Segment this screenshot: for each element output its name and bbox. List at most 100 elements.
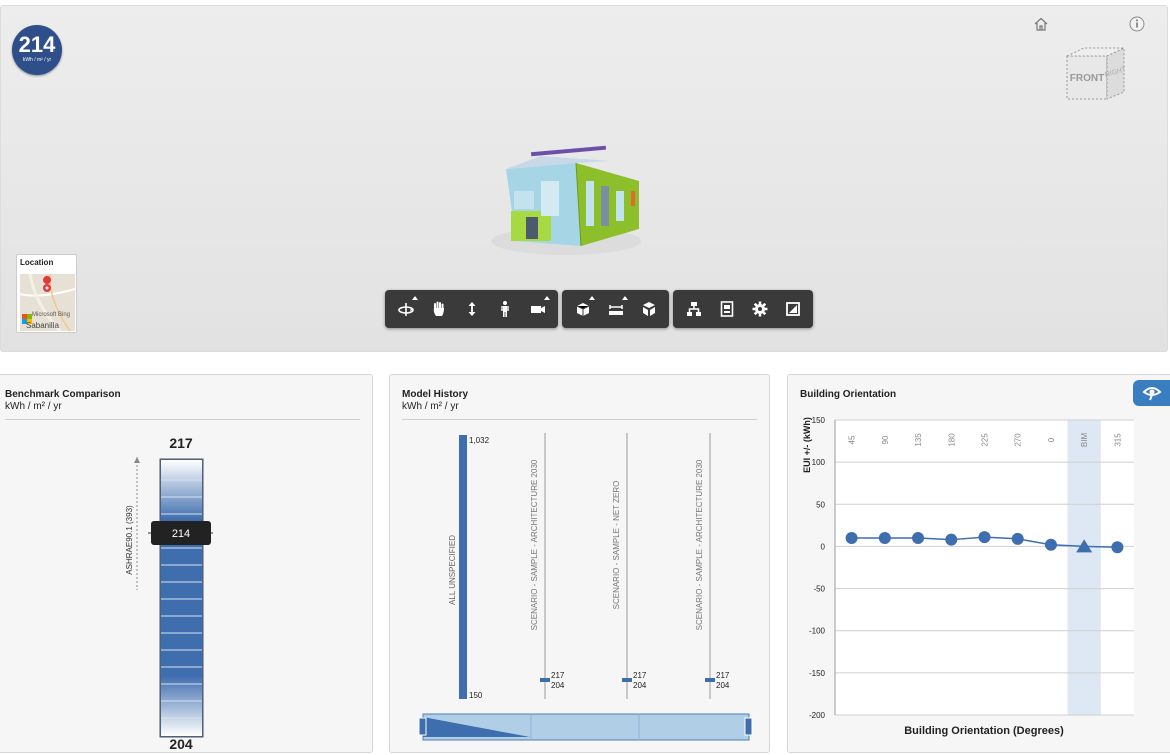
y-tick-label: -100	[809, 627, 826, 636]
ashrae-arrow-icon	[134, 457, 140, 463]
history-bar-top: 217	[551, 671, 565, 680]
x-tick-label: 270	[1014, 433, 1023, 447]
history-bar-label: ALL UNSPECIFIED	[448, 535, 457, 605]
history-bar-top: 217	[633, 671, 647, 680]
orbit-icon	[397, 303, 414, 316]
x-tick-label: 180	[947, 433, 956, 447]
x-tick-label: 45	[848, 435, 857, 444]
viewcube[interactable]: FRONT RIGHT	[1059, 44, 1129, 109]
zoom-button[interactable]	[455, 293, 488, 325]
history-bar-top: 217	[716, 671, 730, 680]
y-tick-label: -150	[809, 669, 826, 678]
model-browser-icon	[686, 302, 701, 316]
data-point[interactable]	[1111, 541, 1124, 554]
orientation-chart: 150 100 50 0 -50 -100 -150 -200 45 90 135 180 225 27…	[802, 416, 1134, 737]
history-bar[interactable]	[705, 678, 715, 682]
home-icon[interactable]	[1032, 15, 1050, 33]
benchmark-chart: 217 ASHRAE90.1 (393) 214 204	[125, 435, 213, 752]
benchmark-bottom-value: 204	[169, 736, 193, 752]
camera-button[interactable]	[521, 293, 554, 325]
map-place: Sabanilla	[26, 321, 59, 330]
history-bar[interactable]	[540, 678, 550, 682]
current-value-label: 214	[172, 528, 190, 540]
data-point[interactable]	[978, 531, 991, 544]
info-icon[interactable]	[1128, 15, 1146, 33]
x-axis-label: Building Orientation (Degrees)	[904, 725, 1064, 737]
location-card[interactable]: Location Microsoft Bing Sabanilla	[16, 254, 77, 333]
navigation-tools-group	[385, 290, 558, 328]
history-bar-bottom: 150	[469, 691, 483, 700]
y-axis-label: EUI +/- (kWh)	[802, 417, 812, 473]
fullscreen-button[interactable]	[776, 293, 809, 325]
x-tick-label: 315	[1113, 433, 1122, 447]
y-tick-label: 150	[812, 416, 826, 425]
history-chart: 1,032150ALL UNSPECIFIED217204SCENARIO - …	[418, 433, 753, 741]
history-bar-label: SCENARIO - SAMPLE - NET ZERO	[612, 481, 621, 610]
camera-icon	[530, 306, 545, 313]
data-point[interactable]	[912, 532, 925, 544]
location-title: Location	[20, 258, 54, 267]
measure-icon	[608, 305, 623, 315]
zoom-icon	[468, 302, 475, 316]
x-tick-label: 0	[1047, 437, 1056, 442]
viewcube-front-label: FRONT	[1070, 73, 1104, 84]
benchmark-bar-top-fade	[161, 460, 202, 520]
history-scroller[interactable]	[418, 713, 753, 741]
walk-icon	[500, 301, 509, 317]
history-bar-bottom: 204	[633, 681, 647, 690]
map-brand: Microsoft Bing	[32, 312, 71, 318]
settings-tools-group	[673, 290, 813, 328]
properties-icon	[720, 301, 733, 317]
history-bar[interactable]	[459, 435, 467, 699]
x-tick-label: 90	[881, 435, 890, 444]
orbit-button[interactable]	[389, 293, 422, 325]
model-viewer[interactable]: 214 kWh / m² / yr FRONT RIGHT Location M…	[0, 5, 1168, 352]
fullscreen-icon	[785, 302, 800, 316]
pan-icon	[433, 301, 444, 316]
settings-icon	[752, 301, 767, 317]
eui-value: 214	[18, 32, 56, 57]
data-point[interactable]	[1011, 532, 1024, 545]
y-tick-label: 0	[821, 542, 826, 551]
history-bar[interactable]	[622, 678, 632, 682]
explode-button[interactable]	[632, 293, 665, 325]
benchmark-bar-bottom-fade	[161, 676, 202, 736]
x-tick-label: 135	[914, 433, 923, 447]
properties-button[interactable]	[710, 293, 743, 325]
data-point[interactable]	[945, 533, 958, 546]
model-browser-button[interactable]	[677, 293, 710, 325]
history-scroller-left-handle[interactable]	[418, 717, 427, 736]
building-orientation-panel: Building Orientation 150 100 50 0 -50 -100 -15…	[787, 374, 1170, 753]
building-model[interactable]	[481, 141, 656, 261]
walk-button[interactable]	[488, 293, 521, 325]
explode-icon	[642, 302, 655, 316]
y-tick-label: 50	[816, 500, 825, 509]
data-point[interactable]	[1044, 538, 1057, 551]
history-scroller-right-handle[interactable]	[744, 717, 753, 736]
model-history-panel: Model History kWh / m² / yr 1,032 150 ALL …	[389, 374, 770, 753]
history-bar-label: SCENARIO - SAMPLE - ARCHITECTURE 2030	[530, 459, 539, 630]
benchmark-top-value: 217	[169, 435, 193, 451]
x-tick-label: 225	[981, 433, 990, 447]
measure-button[interactable]	[599, 293, 632, 325]
benchmark-panel: Benchmark Comparison kWh / m² / yr 217 A…	[0, 374, 373, 753]
history-bar-bottom: 204	[716, 681, 730, 690]
data-point[interactable]	[878, 532, 891, 544]
section-icon	[576, 303, 589, 316]
pan-button[interactable]	[422, 293, 455, 325]
highlight-band	[1067, 420, 1101, 715]
viewer-toolbar	[385, 290, 813, 328]
orientation-view-button[interactable]	[1133, 380, 1170, 406]
y-tick-label: 100	[812, 458, 826, 467]
history-bar-label: SCENARIO - SAMPLE - ARCHITECTURE 2030	[695, 459, 704, 630]
history-bar-top: 1,032	[469, 436, 490, 445]
y-tick-label: -200	[809, 711, 826, 720]
eye-icon	[1141, 387, 1162, 401]
settings-button[interactable]	[743, 293, 776, 325]
section-button[interactable]	[566, 293, 599, 325]
location-map[interactable]: Microsoft Bing Sabanilla	[20, 274, 75, 331]
y-tick-label: -50	[813, 585, 825, 594]
eui-badge: 214 kWh / m² / yr	[12, 25, 62, 75]
data-point[interactable]	[845, 532, 858, 544]
analysis-tools-group	[562, 290, 669, 328]
